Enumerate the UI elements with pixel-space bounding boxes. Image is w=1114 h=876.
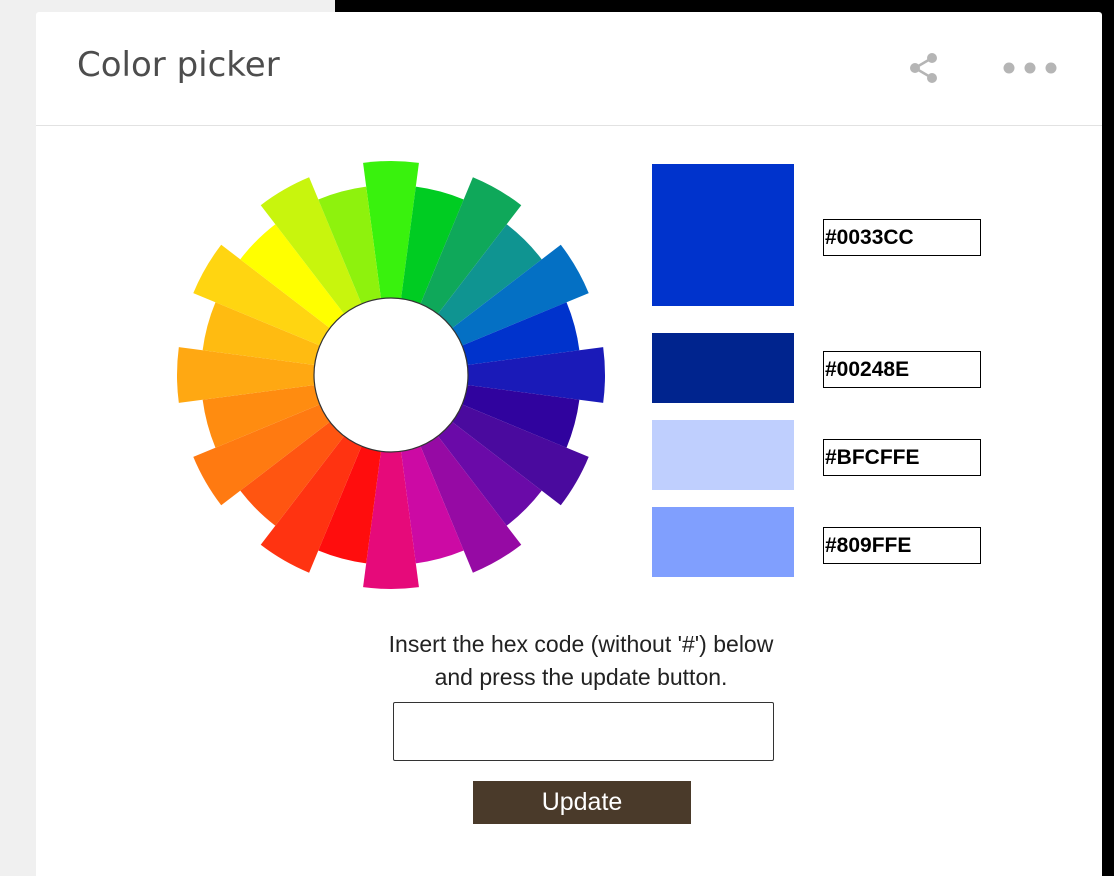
medium-tint-hex: #809FFE (823, 527, 981, 564)
instructions-line-1: Insert the hex code (without '#') below (388, 631, 774, 657)
light-tint-hex: #BFCFFE (823, 439, 981, 476)
color-picker-card: Color picker #0033CC #00248E #BFCFFE #80… (36, 12, 1102, 876)
share-icon[interactable] (906, 50, 942, 86)
color-wheel[interactable] (166, 150, 616, 600)
medium-tint-swatch[interactable] (652, 507, 794, 577)
instructions-text: Insert the hex code (without '#') below … (296, 628, 866, 694)
light-tint-swatch[interactable] (652, 420, 794, 490)
instructions-line-2: and press the update button. (434, 664, 728, 690)
more-options-icon[interactable] (1001, 56, 1059, 80)
dark-shade-swatch[interactable] (652, 333, 794, 403)
wheel-center (313, 297, 469, 453)
dark-shade-hex: #00248E (823, 351, 981, 388)
card-title: Color picker (77, 45, 280, 85)
card-header: Color picker (36, 12, 1102, 126)
main-color-swatch[interactable] (652, 164, 794, 306)
hex-code-input[interactable] (393, 702, 774, 761)
update-button[interactable]: Update (473, 781, 691, 824)
main-color-hex: #0033CC (823, 219, 981, 256)
